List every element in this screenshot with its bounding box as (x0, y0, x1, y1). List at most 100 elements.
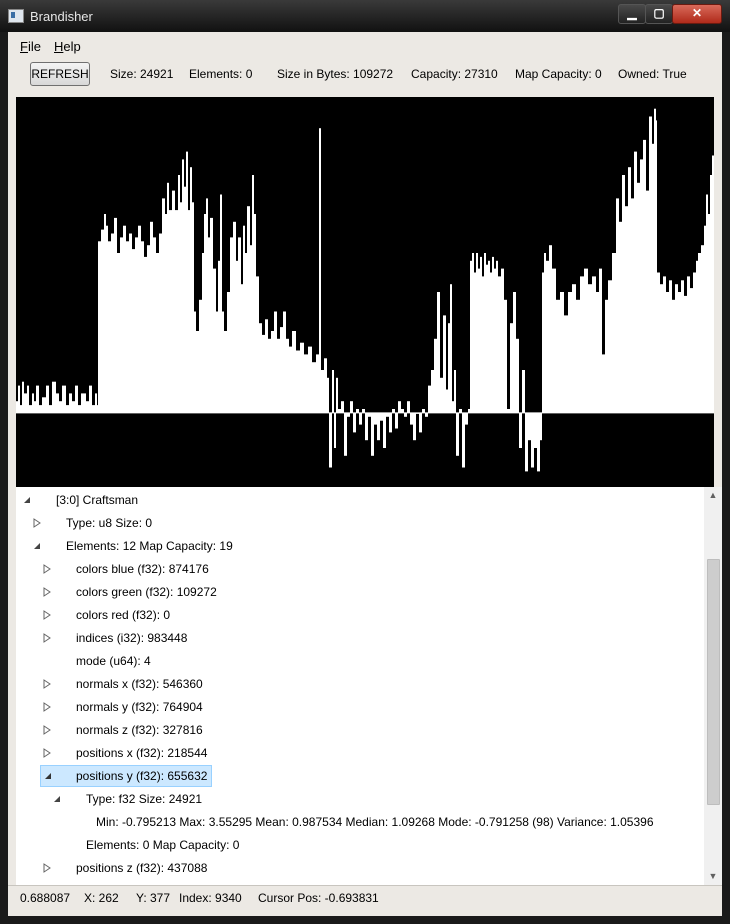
plot-canvas[interactable] (16, 97, 714, 487)
plot-bar (196, 331, 199, 413)
expand-icon[interactable] (42, 725, 52, 735)
plot-bar (584, 268, 588, 413)
plot-bar (300, 342, 304, 413)
plot-bar (265, 319, 268, 413)
plot-bar (95, 393, 97, 413)
plot-bar (465, 412, 468, 425)
plot-bar (708, 214, 710, 413)
scroll-up-arrow-icon[interactable]: ▲ (704, 487, 722, 504)
tree-label: colors blue (f32): 874176 (76, 562, 209, 576)
plot-bar (678, 292, 681, 413)
plot-bar (20, 405, 22, 413)
plot-bar (693, 272, 696, 413)
plot-bar (480, 256, 482, 413)
plot-bar (89, 385, 92, 413)
plot-bar (605, 299, 608, 413)
expand-icon[interactable] (42, 679, 52, 689)
plot-bar (16, 401, 18, 413)
close-button[interactable]: ✕ (672, 4, 722, 24)
plot-bar (289, 346, 292, 413)
plot-bar (398, 401, 401, 413)
collapse-icon[interactable] (22, 495, 32, 505)
plot-bar (156, 253, 159, 413)
menu-help[interactable]: Help (54, 39, 81, 54)
plot-bar (52, 381, 56, 413)
map-capacity-label: Map Capacity: 0 (515, 67, 602, 81)
plot-bar (544, 253, 546, 413)
plot-bar (452, 401, 454, 413)
expand-icon[interactable] (42, 564, 52, 574)
window-title: Brandisher (30, 9, 93, 24)
plot-bar (178, 175, 180, 413)
expand-icon[interactable] (42, 702, 52, 712)
plot-bar (233, 221, 236, 413)
tree-label: [3:0] Craftsman (56, 493, 139, 507)
plot-bar (484, 253, 486, 413)
vertical-scrollbar[interactable]: ▲ ▼ (704, 487, 722, 885)
plot-bar (684, 295, 687, 413)
plot-bar (101, 229, 104, 413)
plot-bar (422, 409, 425, 413)
menu-help-label: elp (63, 39, 81, 54)
collapse-icon[interactable] (32, 541, 42, 551)
plot-bar (236, 260, 238, 413)
expand-icon[interactable] (42, 863, 52, 873)
plot-bar (634, 151, 637, 413)
plot-bar (434, 338, 437, 413)
plot-bar (147, 245, 150, 413)
expand-icon[interactable] (42, 633, 52, 643)
scroll-thumb[interactable] (707, 559, 720, 805)
title-bar[interactable]: Brandisher ▁ ▢ ✕ (0, 0, 730, 32)
tree-row-selected[interactable]: positions y (f32): 655632 (40, 765, 212, 787)
collapse-icon[interactable] (52, 794, 62, 804)
plot-bar (528, 412, 531, 441)
plot-bar (413, 412, 416, 441)
plot-bar (519, 412, 522, 448)
expand-icon[interactable] (32, 518, 42, 528)
plot-bar (494, 268, 496, 413)
size-label: Size: 24921 (110, 67, 174, 81)
plot-bar (486, 264, 488, 413)
maximize-button[interactable]: ▢ (645, 4, 673, 24)
plot-bar (117, 253, 120, 413)
plot-bar (106, 225, 108, 413)
plot-bar (513, 292, 516, 413)
plot-bar (631, 198, 634, 413)
data-plot[interactable] (16, 97, 714, 487)
plot-bar (188, 210, 190, 413)
plot-bar (602, 354, 605, 413)
plot-bar (576, 299, 580, 413)
plot-bar (126, 241, 129, 413)
plot-bar (256, 276, 259, 413)
expand-icon[interactable] (42, 587, 52, 597)
plot-bar (210, 217, 213, 413)
plot-bar (324, 358, 327, 413)
collapse-icon[interactable] (43, 771, 53, 781)
minimize-button[interactable]: ▁ (618, 4, 646, 24)
plot-bar (169, 210, 172, 413)
menu-file[interactable]: File (20, 39, 41, 54)
plot-bar (462, 412, 465, 468)
plot-bar (308, 346, 312, 413)
plot-bar (428, 385, 431, 413)
expand-icon[interactable] (42, 610, 52, 620)
plot-bar (292, 331, 296, 413)
plot-bar (18, 385, 20, 413)
plot-bar (321, 370, 324, 413)
expand-icon[interactable] (42, 748, 52, 758)
tree-view[interactable]: [3:0] Craftsman Type: u8 Size: 0 Element… (16, 487, 714, 885)
plot-bar (271, 331, 274, 413)
plot-bar (144, 256, 147, 413)
refresh-button[interactable]: REFRESH (30, 62, 90, 86)
plot-bar (374, 412, 377, 425)
plot-bar (280, 327, 283, 413)
plot-bar (247, 206, 250, 413)
plot-bar (332, 370, 334, 413)
plot-bar (504, 299, 507, 413)
plot-bar (704, 225, 706, 413)
scroll-down-arrow-icon[interactable]: ▼ (704, 868, 722, 885)
plot-bar (622, 175, 625, 413)
plot-bar (254, 214, 256, 413)
plot-bar (431, 370, 434, 413)
plot-bar (459, 409, 462, 413)
